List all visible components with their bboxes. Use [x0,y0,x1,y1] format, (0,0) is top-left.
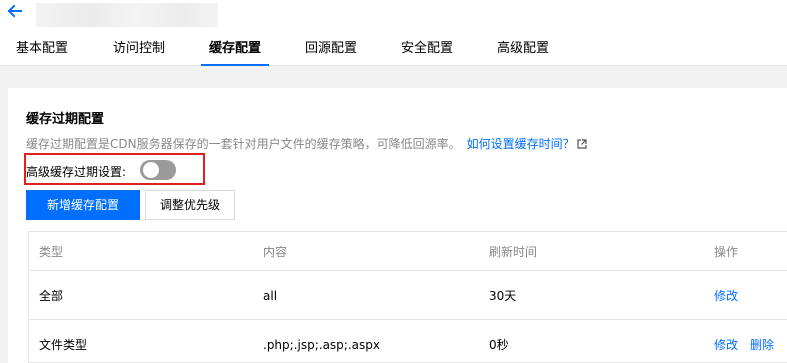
domain-title-redacted [36,3,218,27]
cell-content: all [263,288,278,303]
add-cache-config-button[interactable]: 新增缓存配置 [26,190,140,220]
back-arrow-icon[interactable] [6,2,24,20]
cell-refresh-time: 0秒 [489,338,509,352]
help-link[interactable]: 如何设置缓存时间？ [467,137,587,151]
edit-link[interactable]: 修改 [714,336,738,353]
section-description: 缓存过期配置是CDN服务器保存的一套针对用户文件的缓存策略，可降低回源率。 如何设… [26,135,587,152]
advanced-cache-toggle[interactable] [140,160,176,180]
top-bar: 基本配置 访问控制 缓存配置 回源配置 安全配置 高级配置 [0,0,787,66]
cache-expiry-card: 缓存过期配置 缓存过期配置是CDN服务器保存的一套针对用户文件的缓存策略，可降低… [8,88,787,363]
advanced-cache-toggle-label: 高级缓存过期设置: [26,165,127,179]
table-header: 类型 内容 刷新时间 操作 [29,232,787,271]
delete-link[interactable]: 删除 [750,336,774,353]
section-title: 缓存过期配置 [26,112,105,127]
table-row: 全部 all 30天 修改 [29,272,787,320]
active-tab-indicator [201,64,270,66]
cache-rules-table: 类型 内容 刷新时间 操作 全部 all 30天 修改 文件类型 .php;.j… [28,231,787,363]
tab-basic-config[interactable]: 基本配置 [16,40,68,66]
adjust-priority-button[interactable]: 调整优先级 [145,190,235,220]
edit-link[interactable]: 修改 [714,287,738,304]
cell-actions: 修改 [714,272,750,319]
column-header-refresh-time: 刷新时间 [489,244,538,259]
tab-security-config[interactable]: 安全配置 [401,40,453,66]
cell-actions: 修改 删除 [714,321,786,363]
tab-access-control[interactable]: 访问控制 [113,40,165,66]
external-link-icon [577,139,587,149]
cell-type: 文件类型 [39,338,88,352]
cell-type: 全部 [39,289,64,303]
description-text: 缓存过期配置是CDN服务器保存的一套针对用户文件的缓存策略，可降低回源率。 [26,137,461,151]
tab-cache-config[interactable]: 缓存配置 [201,40,270,66]
table-row: 文件类型 .php;.jsp;.asp;.aspx 0秒 修改 删除 [29,321,787,363]
column-header-type: 类型 [39,244,64,259]
tab-advanced-config[interactable]: 高级配置 [497,40,549,66]
cell-content: .php;.jsp;.asp;.aspx [263,337,380,352]
help-link-text: 如何设置缓存时间？ [466,137,575,151]
toggle-knob [143,162,159,178]
cell-refresh-time: 30天 [489,289,517,303]
column-header-actions: 操作 [714,244,739,259]
tab-origin-config[interactable]: 回源配置 [305,40,357,66]
column-header-content: 内容 [263,244,288,259]
